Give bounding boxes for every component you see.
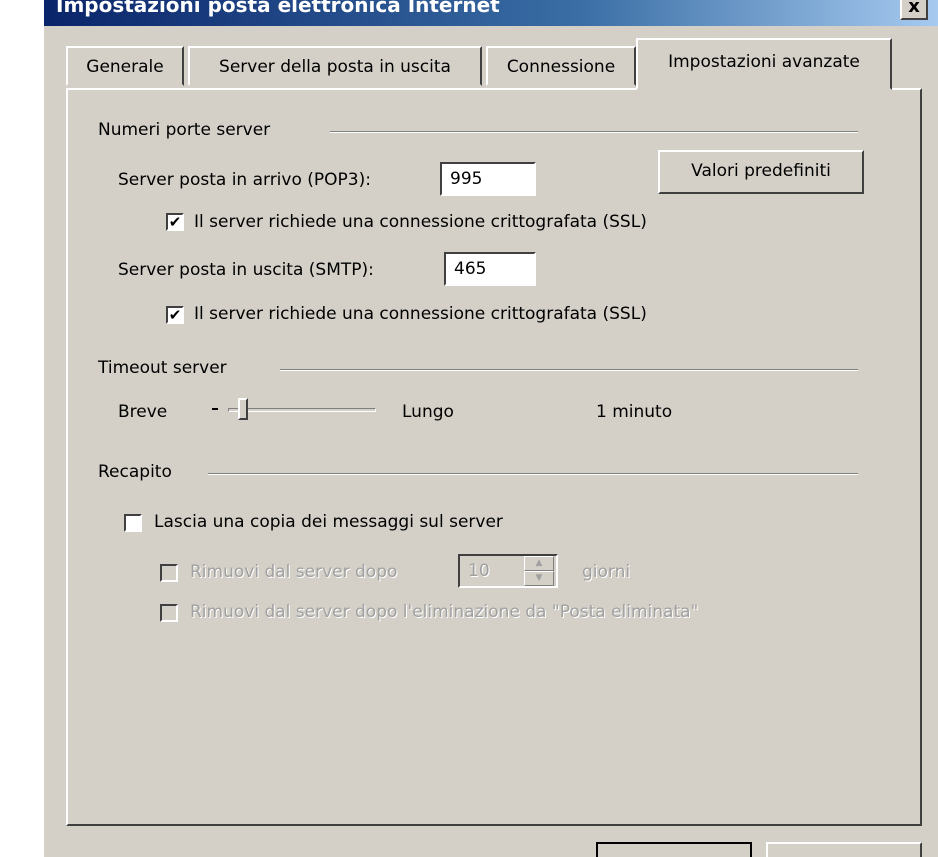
leave-copy-checkbox[interactable] [124, 514, 142, 532]
tab-panel-advanced: Numeri porte server Server posta in arri… [66, 88, 922, 826]
incoming-port-value: 995 [450, 169, 483, 189]
window-title: Impostazioni posta elettronica Internet [56, 0, 500, 17]
outgoing-server-label: Server posta in uscita (SMTP): [118, 260, 374, 280]
outgoing-port-value: 465 [454, 259, 487, 279]
timeout-value-label: 1 minuto [596, 402, 673, 422]
timeout-max-label: Lungo [402, 402, 454, 422]
checkmark-icon: ✔ [168, 213, 182, 231]
tab-server-posta-uscita[interactable]: Server della posta in uscita [188, 46, 482, 86]
remove-deleted-label: Rimuovi dal server dopo l'eliminazione d… [190, 602, 699, 622]
tab-impostazioni-avanzate[interactable]: Impostazioni avanzate [636, 38, 892, 90]
dialog-window: Impostazioni posta elettronica Internet … [44, 0, 938, 857]
timeout-slider-track[interactable] [228, 408, 376, 412]
incoming-server-label: Server posta in arrivo (POP3): [118, 170, 371, 190]
tab-label: Generale [86, 57, 164, 77]
leave-copy-label: Lascia una copia dei messaggi sul server [154, 512, 503, 532]
group-label-delivery: Recapito [98, 462, 172, 482]
tab-label: Server della posta in uscita [219, 57, 451, 77]
restore-defaults-button[interactable]: Valori predefiniti [658, 150, 864, 194]
ok-button[interactable] [596, 842, 752, 857]
incoming-port-field[interactable]: 995 [440, 162, 536, 196]
close-icon: x [908, 0, 920, 17]
group-divider [330, 131, 858, 133]
group-divider [280, 369, 858, 371]
spin-up-icon[interactable]: ▲ [524, 556, 554, 571]
tab-connessione[interactable]: Connessione [486, 46, 636, 86]
restore-defaults-label: Valori predefiniti [691, 161, 831, 181]
checkmark-icon: ✔ [168, 306, 182, 324]
remove-after-checkbox[interactable] [160, 564, 178, 582]
outgoing-ssl-label: Il server richiede una connessione critt… [194, 304, 647, 324]
tab-label: Impostazioni avanzate [668, 52, 860, 72]
close-button[interactable]: x [900, 0, 928, 20]
timeout-slider-thumb[interactable] [237, 398, 248, 420]
remove-after-label: Rimuovi dal server dopo [190, 562, 398, 582]
incoming-ssl-label: Il server richiede una connessione critt… [194, 212, 647, 232]
group-divider [208, 473, 858, 475]
tab-label: Connessione [506, 57, 616, 77]
days-label: giorni [582, 562, 631, 582]
remove-after-days-value: 10 [468, 561, 490, 581]
cancel-button[interactable] [766, 842, 922, 857]
tab-generale[interactable]: Generale [66, 46, 184, 86]
group-label-timeout: Timeout server [98, 358, 227, 378]
outgoing-ssl-checkbox[interactable]: ✔ [166, 306, 184, 324]
group-label-server-ports: Numeri porte server [98, 120, 271, 140]
slider-tick [212, 408, 218, 410]
timeout-min-label: Breve [118, 402, 168, 422]
remove-deleted-checkbox[interactable] [160, 604, 178, 622]
days-spinner[interactable]: ▲ ▼ [524, 556, 554, 586]
spin-down-icon[interactable]: ▼ [524, 571, 554, 586]
outgoing-port-field[interactable]: 465 [444, 252, 536, 286]
title-bar[interactable]: Impostazioni posta elettronica Internet … [44, 0, 938, 26]
incoming-ssl-checkbox[interactable]: ✔ [166, 213, 184, 231]
